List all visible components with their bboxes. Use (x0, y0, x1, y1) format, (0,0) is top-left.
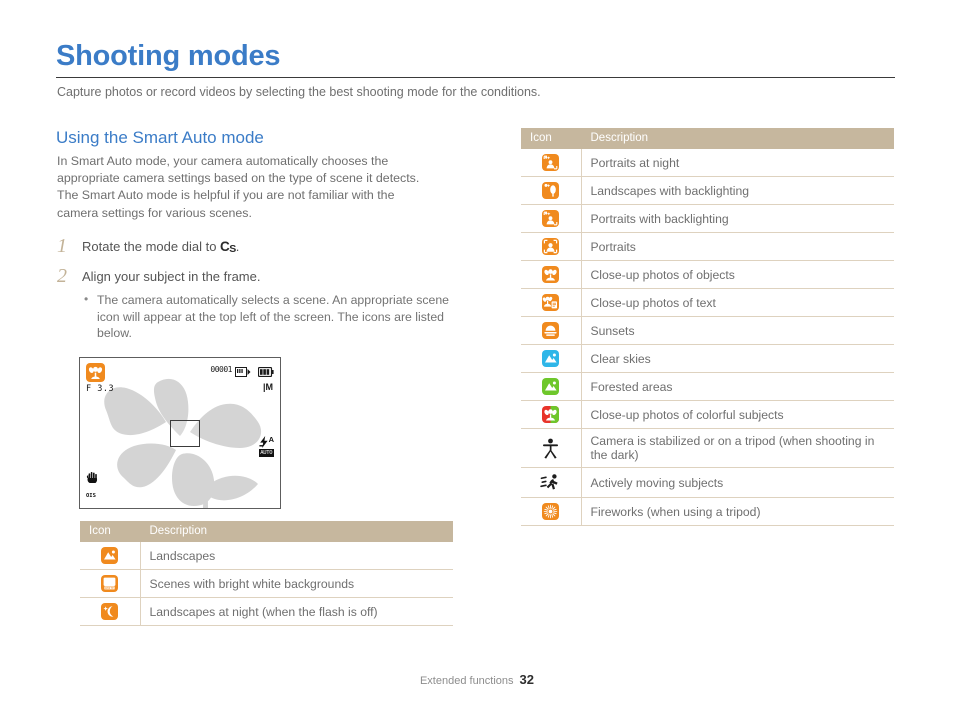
table-row: Landscapes at night (when the flash is o… (80, 597, 453, 626)
table-row: Portraits with backlighting (521, 204, 894, 233)
macro-text-icon (521, 288, 582, 317)
stabilizer-label: OIS (86, 493, 96, 499)
row-description: Landscapes with backlighting (581, 176, 894, 205)
table-row: Forested areas (521, 372, 894, 401)
step-item: 2 Align your subject in the frame. The c… (57, 265, 477, 342)
focus-frame (170, 420, 200, 447)
stabilizer-indicator: OIS (86, 471, 99, 502)
flash-icon (258, 436, 268, 448)
step-text: Rotate the mode dial to CS. (82, 237, 477, 259)
row-description: Fireworks (when using a tripod) (581, 497, 894, 526)
row-description: Close-up photos of text (581, 288, 894, 317)
step-text-after: . (235, 239, 240, 254)
row-description: Portraits with backlighting (581, 204, 894, 233)
table-row: Actively moving subjects (521, 467, 894, 498)
section-heading: Using the Smart Auto mode (56, 128, 264, 147)
row-description: Camera is stabilized or on a tripod (whe… (581, 428, 894, 468)
table-row: Close-up photos of colorful subjects (521, 400, 894, 429)
column-header-description: Description (581, 128, 894, 149)
page-footer: Extended functions 32 (0, 672, 954, 687)
aperture-value: F 3.3 (86, 384, 115, 394)
shots-remaining: 00001 (210, 365, 232, 374)
macro-flower-icon (86, 363, 105, 382)
step-text-before: Align your subject in the frame. (82, 269, 261, 284)
table-header-row: Icon Description (80, 521, 453, 542)
table-row: Sunsets (521, 316, 894, 345)
table-row: Portraits at night (521, 149, 894, 177)
row-description: Landscapes at night (when the flash is o… (140, 597, 453, 626)
night-portrait-icon (521, 149, 582, 177)
step-number: 2 (57, 265, 67, 287)
clear-sky-icon (521, 344, 582, 373)
row-description: Sunsets (581, 316, 894, 345)
white-background-icon: WHITE (80, 569, 141, 598)
landscape-icon (80, 542, 141, 570)
table-row: Fireworks (when using a tripod) (521, 497, 894, 526)
footer-page-number: 32 (519, 672, 535, 687)
table-row: Close-up photos of text (521, 288, 894, 317)
bullet-item: The camera automatically selects a scene… (82, 291, 462, 342)
sunset-icon (521, 316, 582, 345)
hand-shake-icon (86, 472, 98, 483)
metering-mode-indicator: |M (262, 382, 273, 392)
portrait-icon (521, 232, 582, 261)
flash-mode-indicator: A AUTO (258, 435, 274, 457)
row-description: Scenes with bright white backgrounds (140, 569, 453, 598)
forest-icon (521, 372, 582, 401)
row-description: Forested areas (581, 372, 894, 401)
step-number: 1 (57, 235, 67, 257)
camera-lcd-illustration: F 3.3 00001 |M A AUTO OIS (79, 357, 281, 509)
fireworks-icon (521, 497, 582, 526)
table-header-row: Icon Description (521, 128, 894, 149)
column-header-icon: Icon (521, 128, 582, 149)
step-text-before: Rotate the mode dial to (82, 239, 221, 254)
step-bullets: The camera automatically selects a scene… (82, 291, 477, 342)
page-subtitle: Capture photos or record videos by selec… (57, 85, 541, 99)
table-body-right: Portraits at night Landscapes with backl… (521, 149, 894, 526)
scene-icon-table-right: Icon Description Portraits at night Land… (521, 128, 894, 526)
table-body-left: Landscapes WHITE Scenes with bright whit… (80, 542, 453, 626)
row-description: Clear skies (581, 344, 894, 373)
flash-auto-tag: AUTO (258, 449, 274, 457)
row-description: Portraits (581, 232, 894, 261)
step-item: 1 Rotate the mode dial to CS. (57, 235, 477, 259)
table-row: Close-up photos of objects (521, 260, 894, 289)
svg-text:WHITE: WHITE (105, 586, 114, 590)
column-header-icon: Icon (80, 521, 141, 542)
table-row: Landscapes with backlighting (521, 176, 894, 205)
scene-icon-table-left: Icon Description Landscapes WHITE Scenes… (80, 521, 453, 626)
steps-list: 1 Rotate the mode dial to CS. 2 Align yo… (57, 235, 477, 350)
macro-icon (521, 260, 582, 289)
row-description: Landscapes (140, 542, 453, 570)
table-row: Clear skies (521, 344, 894, 373)
memory-card-icon (235, 364, 251, 382)
page-title: Shooting modes (56, 40, 281, 72)
smart-auto-mode-glyph: CS (220, 239, 236, 255)
night-landscape-icon (80, 597, 141, 626)
table-row: Camera is stabilized or on a tripod (whe… (521, 428, 894, 468)
flash-auto-letter: A (268, 435, 274, 444)
row-description: Portraits at night (581, 149, 894, 177)
intro-paragraph: In Smart Auto mode, your camera automati… (57, 154, 420, 220)
table-row: Landscapes (80, 542, 453, 570)
battery-full-icon (257, 364, 274, 382)
title-divider (56, 77, 895, 78)
backlight-landscape-icon (521, 176, 582, 205)
row-description: Close-up photos of objects (581, 260, 894, 289)
tripod-icon (521, 428, 582, 468)
backlight-portrait-icon (521, 204, 582, 233)
row-description: Actively moving subjects (581, 467, 894, 498)
row-description: Close-up photos of colorful subjects (581, 400, 894, 429)
column-header-description: Description (140, 521, 453, 542)
table-row: WHITE Scenes with bright white backgroun… (80, 569, 453, 598)
footer-section: Extended functions (419, 675, 514, 687)
step-text: Align your subject in the frame. (82, 267, 477, 286)
manual-page: Shooting modes Capture photos or record … (0, 0, 954, 720)
colorful-macro-icon (521, 400, 582, 429)
action-icon (521, 467, 582, 498)
table-row: Portraits (521, 232, 894, 261)
